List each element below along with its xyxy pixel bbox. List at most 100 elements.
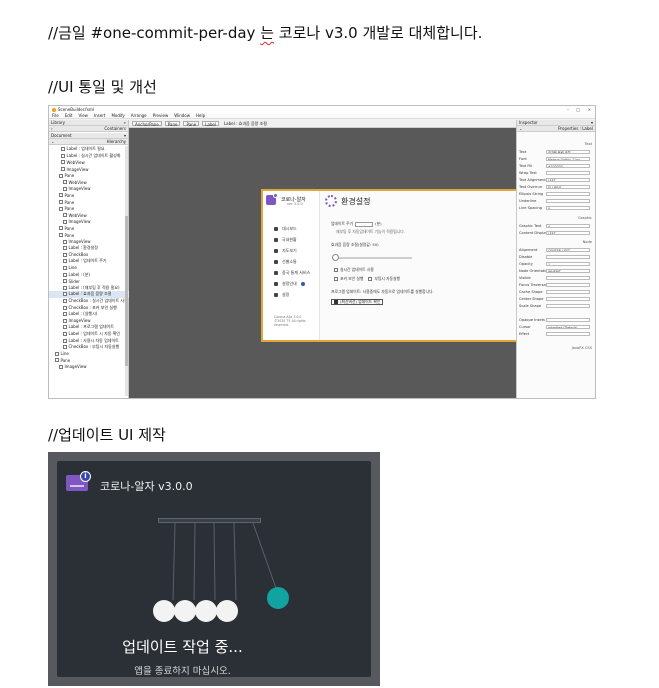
inspector-row-value[interactable] xyxy=(546,254,590,260)
maximize-icon[interactable]: □ xyxy=(576,107,580,112)
hierarchy-item[interactable]: Pane xyxy=(49,232,129,239)
hierarchy-item[interactable]: Label : 사용시 자동 업데이트 xyxy=(49,337,129,344)
hierarchy-item[interactable]: ImageView xyxy=(49,317,129,324)
hierarchy-item[interactable]: Pane xyxy=(49,172,129,179)
breadcrumb-pane[interactable]: Pane xyxy=(164,121,181,127)
sidebar-item-dashboard[interactable]: 대시보드 xyxy=(274,226,297,232)
hierarchy-item[interactable]: Label : 업데이트 시 자동 확인 xyxy=(49,331,129,338)
volume-slider-knob[interactable] xyxy=(332,254,339,261)
panel-menu-icon[interactable]: ▾ xyxy=(591,120,593,125)
sb-canvas[interactable]: AnchorPane Pane Pane Label Label : 효과음 음… xyxy=(129,120,540,398)
panel-menu-icon[interactable]: ▾ xyxy=(124,133,126,138)
hierarchy-item[interactable]: Label : (분) xyxy=(49,271,129,278)
breadcrumb-anchorpane[interactable]: AnchorPane xyxy=(132,121,162,127)
inspector-section-label[interactable]: Text xyxy=(585,142,592,146)
hierarchy-item[interactable]: ImageView xyxy=(49,364,129,371)
hierarchy-item[interactable]: WebView xyxy=(49,212,129,219)
breadcrumb-pane-2[interactable]: Pane xyxy=(183,121,200,127)
boot-autorun-checkbox[interactable] xyxy=(368,277,373,281)
inspector-row-value[interactable]: ELLIPSIS xyxy=(546,184,590,190)
menu-arrange[interactable]: Arrange xyxy=(131,113,147,118)
hierarchy-item[interactable]: Label : (실행시) xyxy=(49,311,129,318)
hierarchy-item[interactable]: Label : 업데이트 필요 xyxy=(49,146,129,153)
scrollbar-thumb[interactable] xyxy=(125,216,128,366)
check-update-button[interactable]: (최신버전) 업데이트 확인 xyxy=(331,299,384,305)
menu-file[interactable]: File xyxy=(52,113,59,118)
menu-insert[interactable]: Insert xyxy=(94,113,105,118)
hierarchy-tree[interactable]: Label : 업데이트 필요 Label : 실시간 업데이트 활성화 WebVi… xyxy=(49,146,129,370)
update-cycle-select[interactable] xyxy=(355,221,374,227)
inspector-row-value[interactable] xyxy=(546,282,590,288)
hierarchy-head[interactable]: ⌄ Hierarchy xyxy=(49,138,128,145)
hierarchy-item[interactable]: Label : 환경설정 xyxy=(49,245,129,252)
hierarchy-item[interactable]: Line xyxy=(49,265,129,272)
hierarchy-item[interactable]: Pane xyxy=(49,199,129,206)
hierarchy-item[interactable]: ImageView xyxy=(49,186,129,193)
inspector-section-label[interactable]: Node xyxy=(583,240,592,244)
sidebar-item-china-stats[interactable]: 중국 통계 서비스 xyxy=(274,270,310,276)
menu-preview[interactable]: Preview xyxy=(153,113,169,118)
focus-security-row[interactable]: 포커 보안 실행 부팅시 자동실행 xyxy=(334,276,400,282)
sidebar-item-settings[interactable]: 설정 xyxy=(274,292,289,298)
hierarchy-item[interactable]: Pane xyxy=(49,225,129,232)
search-icon[interactable]: ⌕ xyxy=(124,120,126,125)
inspector-row-value[interactable]: Malgun Gothic 11px xyxy=(546,156,590,162)
sidebar-item-clinic[interactable]: 선별소통 xyxy=(274,259,297,265)
hierarchy-item[interactable]: Line xyxy=(49,350,129,357)
sidebar-item-domestic[interactable]: 국내현황 xyxy=(274,237,297,243)
hierarchy-item[interactable]: Pane xyxy=(49,205,129,212)
hierarchy-item[interactable]: Label : 효과음 음량 조절 xyxy=(49,291,129,298)
hierarchy-scrollbar[interactable] xyxy=(125,146,128,396)
hierarchy-item[interactable]: Pane xyxy=(49,192,129,199)
hierarchy-item[interactable]: Label : (재부팅 후 적용 필요) xyxy=(49,284,129,291)
hierarchy-item[interactable]: Label : 업데이트 주기 xyxy=(49,258,129,265)
menu-help[interactable]: Help xyxy=(196,113,205,118)
inspector-row-value[interactable] xyxy=(546,275,590,281)
hierarchy-item[interactable]: Pane xyxy=(49,357,129,364)
inspector-row-value[interactable]: Inherited (Default) xyxy=(546,324,590,330)
inspector-row-value[interactable]: LEFT xyxy=(546,177,590,183)
realtime-update-checkbox[interactable] xyxy=(334,268,338,272)
hierarchy-item[interactable]: Label : 실시간 업데이트 활성화 xyxy=(49,153,129,160)
hierarchy-item[interactable]: ImageView xyxy=(49,219,129,226)
volume-slider-track[interactable] xyxy=(332,257,412,259)
inspector-row-value[interactable] xyxy=(546,296,590,302)
hierarchy-item[interactable]: Label : 프로그램 업데이트 xyxy=(49,324,129,331)
hierarchy-item[interactable]: CheckBox : 부팅시 자동실행 xyxy=(49,344,129,351)
inspector-row-value[interactable] xyxy=(546,303,590,309)
hierarchy-item[interactable]: CheckBox : 실시간 업데이트 사용 xyxy=(49,298,129,305)
minimize-icon[interactable]: – xyxy=(567,107,569,112)
inspector-section-label[interactable]: JavaFX CSS xyxy=(572,346,592,350)
containers-head[interactable]: › Containers xyxy=(49,126,128,132)
hierarchy-item[interactable]: ImageView xyxy=(49,166,129,173)
sidebar-item-map[interactable]: 지도보기 xyxy=(274,248,297,254)
realtime-update-row[interactable]: 실시간 업데이트 사용 xyxy=(334,267,374,273)
breadcrumb-label[interactable]: Label xyxy=(202,121,219,127)
hierarchy-item[interactable]: ImageView xyxy=(49,238,129,245)
inspector-row-value[interactable] xyxy=(546,331,590,337)
focus-security-checkbox[interactable] xyxy=(334,277,338,281)
inspector-row-value[interactable]: INHERIT xyxy=(546,268,590,274)
inspector-row-value[interactable] xyxy=(546,198,590,204)
inspector-row-value[interactable]: 1 xyxy=(546,261,590,267)
inspector-row-value[interactable]: CENTER_LEFT xyxy=(546,247,590,253)
menu-window[interactable]: Window xyxy=(174,113,190,118)
hierarchy-item[interactable]: CheckBox : 포커 보안 실행 xyxy=(49,304,129,311)
inspector-row-value[interactable] xyxy=(546,170,590,176)
inspector-row-value[interactable]: 0 xyxy=(546,205,590,211)
menu-edit[interactable]: Edit xyxy=(65,113,73,118)
inspector-section-label[interactable]: Graphic xyxy=(578,216,592,220)
inspector-row-value[interactable]: 4 xyxy=(546,223,590,229)
corona-app-preview[interactable]: 코로나-알자 ver 3.0.0 대시보드 국내현황 지도보기 선별소통 중국 … xyxy=(261,189,540,342)
hierarchy-item[interactable]: WebView xyxy=(49,159,129,166)
inspector-row-value[interactable] xyxy=(546,317,590,323)
close-icon[interactable]: × xyxy=(588,107,591,112)
hierarchy-item[interactable]: CheckBox xyxy=(49,252,129,259)
inspector-row-value[interactable]: 효과음 음량 조절 xyxy=(546,149,590,155)
hierarchy-item[interactable]: WebView xyxy=(49,179,129,186)
menu-view[interactable]: View xyxy=(78,113,88,118)
properties-head[interactable]: ⌄ Properties : Label xyxy=(517,126,595,132)
breadcrumb-current[interactable]: Label : 효과음 음량 조절 xyxy=(222,121,269,126)
hierarchy-item[interactable]: Slider xyxy=(49,278,129,285)
inspector-row-value[interactable]: ... xyxy=(546,191,590,197)
